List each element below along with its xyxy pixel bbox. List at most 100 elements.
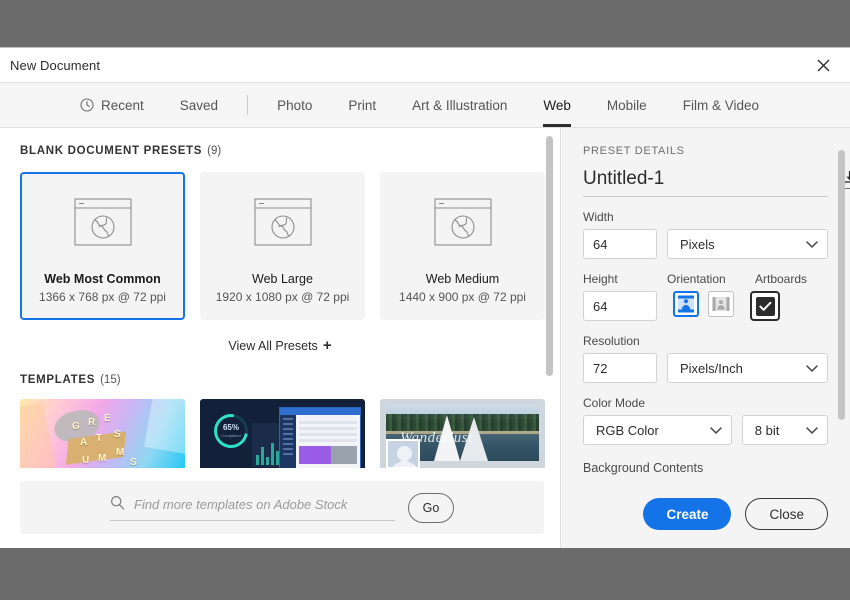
height-label: Height [583, 272, 618, 286]
tab-label-saved: Saved [179, 97, 219, 113]
decor-letter: T [96, 433, 103, 444]
plus-icon: + [322, 337, 332, 354]
blank-presets-heading: BLANK DOCUMENT PRESETS (9) [0, 128, 560, 157]
template-card-gradient-collage[interactable]: G R E A T S U M M S [20, 399, 185, 468]
width-label: Width [583, 210, 614, 224]
search-icon [110, 495, 125, 515]
color-mode-select[interactable]: RGB Color [583, 415, 732, 445]
search-field-wrapper[interactable] [110, 495, 395, 521]
tab-mobile[interactable]: Mobile [589, 83, 665, 127]
decor-letter: U [82, 455, 90, 466]
tab-label-recent: Recent [101, 97, 144, 113]
decor-shape [144, 399, 185, 455]
landscape-orientation-icon[interactable] [708, 291, 734, 317]
artboards-checkbox[interactable] [750, 291, 780, 321]
presets-scrollbar-thumb[interactable] [546, 136, 553, 376]
orientation-group [673, 291, 734, 317]
stock-search-input[interactable] [134, 497, 395, 512]
tab-web[interactable]: Web [525, 83, 589, 127]
decor-letter: M [116, 447, 125, 458]
tab-label-photo: Photo [277, 97, 313, 113]
tab-label-web: Web [543, 97, 571, 113]
blank-presets-count: (9) [207, 145, 222, 157]
color-mode-value: RGB Color [596, 422, 659, 438]
category-tabbar: Recent Saved Photo Print Art & Illustrat… [0, 82, 850, 128]
preset-name: Web Medium [425, 272, 500, 286]
web-globe-icon [72, 196, 134, 248]
decor-letter: A [80, 437, 88, 448]
adobe-stock-search-bar: Go [20, 481, 544, 534]
clock-icon [80, 98, 94, 112]
preset-card-row: Web Most Common 1366 x 768 px @ 72 ppi W… [0, 157, 560, 320]
preset-card-web-large[interactable]: Web Large 1920 x 1080 px @ 72 ppi [200, 172, 365, 320]
tab-saved[interactable]: Saved [162, 83, 236, 127]
chevron-down-icon [806, 237, 818, 252]
background-contents-label: Background Contents [583, 461, 704, 475]
width-input[interactable] [583, 229, 657, 259]
resolution-row: Pixels/Inch [583, 353, 828, 383]
web-globe-icon [252, 196, 314, 248]
chevron-down-icon [806, 361, 818, 376]
preset-card-web-medium[interactable]: Web Medium 1440 x 900 px @ 72 ppi [380, 172, 545, 320]
tab-label-art-and-illustration: Art & Illustration [412, 97, 508, 113]
view-all-presets-link[interactable]: View All Presets + [0, 320, 560, 354]
color-depth-value: 8 bit [754, 422, 780, 438]
dialog-titlebar: New Document [0, 48, 850, 82]
tab-art-and-illustration[interactable]: Art & Illustration [394, 83, 525, 127]
width-row: Pixels [583, 229, 828, 259]
portrait-orientation-icon[interactable] [673, 291, 699, 317]
resolution-unit-select[interactable]: Pixels/Inch [667, 353, 828, 383]
web-globe-icon [432, 196, 494, 248]
document-name-input[interactable] [583, 168, 828, 197]
blank-presets-title: BLANK DOCUMENT PRESETS [20, 145, 203, 157]
close-button[interactable]: Close [745, 498, 828, 530]
dialog-body: BLANK DOCUMENT PRESETS (9) Web Most Comm… [0, 128, 850, 548]
color-mode-label: Color Mode [583, 396, 646, 410]
preset-dims: 1366 x 768 px @ 72 ppi [39, 290, 166, 304]
preset-details-scrollbar-thumb[interactable] [838, 150, 845, 420]
tab-photo[interactable]: Photo [259, 83, 330, 127]
resolution-unit-value: Pixels/Inch [680, 360, 743, 376]
preset-card-web-most-common[interactable]: Web Most Common 1366 x 768 px @ 72 ppi [20, 172, 185, 320]
height-input[interactable] [583, 291, 657, 321]
color-depth-select[interactable]: 8 bit [741, 415, 828, 445]
tab-label-film-and-video: Film & Video [682, 97, 759, 113]
screen: New Document Recent Saved Photo Print Ar… [0, 0, 850, 600]
orientation-label: Orientation [667, 272, 726, 286]
template-card-wanderlust-banner[interactable]: Wanderlust [380, 399, 545, 468]
dialog-title: New Document [10, 57, 101, 73]
stock-search-go-button[interactable]: Go [408, 492, 454, 523]
template-card-row: G R E A T S U M M S 65% Completed Wander… [0, 386, 560, 468]
tab-film-and-video[interactable]: Film & Video [665, 83, 777, 127]
document-name-row [583, 168, 850, 197]
presets-scrollbar[interactable] [546, 136, 553, 406]
checkbox-checked-icon [755, 296, 775, 316]
decor-letter: G [72, 421, 80, 432]
height-orientation-artboards-row [583, 291, 828, 321]
decor-window [279, 407, 361, 468]
preset-details-scrollbar[interactable] [838, 150, 845, 534]
tab-divider [247, 95, 249, 115]
decor-shape [20, 402, 57, 468]
progress-value: 65% [222, 423, 239, 432]
tab-label-mobile: Mobile [606, 97, 647, 113]
preset-name: Web Most Common [44, 272, 161, 286]
chevron-down-icon [806, 423, 818, 438]
close-icon[interactable] [810, 52, 836, 78]
presets-scroll-area: BLANK DOCUMENT PRESETS (9) Web Most Comm… [0, 128, 560, 468]
templates-count: (15) [100, 374, 121, 386]
dialog-action-buttons: Create Close [643, 498, 828, 530]
preset-dims: 1440 x 900 px @ 72 ppi [399, 290, 526, 304]
resolution-input[interactable] [583, 353, 657, 383]
create-button[interactable]: Create [643, 498, 732, 530]
width-unit-value: Pixels [680, 236, 715, 252]
width-unit-select[interactable]: Pixels [667, 229, 828, 259]
tab-print[interactable]: Print [330, 83, 394, 127]
templates-heading: TEMPLATES (15) [0, 354, 560, 386]
artboards-label: Artboards [755, 272, 808, 286]
template-card-dashboard-ui-kit[interactable]: 65% Completed [200, 399, 365, 468]
preset-name: Web Large [252, 272, 313, 286]
presets-panel: BLANK DOCUMENT PRESETS (9) Web Most Comm… [0, 128, 560, 548]
tab-recent[interactable]: Recent [62, 83, 162, 127]
view-all-presets-label: View All Presets [228, 339, 318, 353]
